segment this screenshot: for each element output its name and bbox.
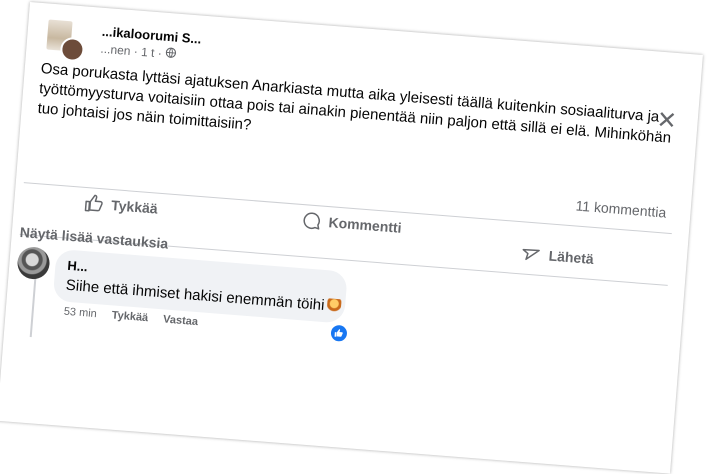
meta-separator: ·	[133, 44, 139, 59]
share-icon	[522, 248, 540, 261]
comment-button[interactable]: Kommentti	[301, 210, 402, 238]
comment-count[interactable]: 11 kommenttia	[575, 197, 667, 220]
comment-like-link[interactable]: Tykkää	[111, 309, 148, 324]
author-avatar	[59, 36, 86, 63]
like-label: Tykkää	[110, 197, 159, 217]
meta-author[interactable]: ...nen	[100, 42, 131, 58]
thread-line	[29, 277, 37, 338]
comment-reply-link[interactable]: Vastaa	[163, 313, 199, 328]
emoji-icon	[326, 298, 342, 314]
share-button[interactable]: Lähetä	[521, 243, 594, 269]
meta-separator: ·	[157, 46, 163, 61]
like-button[interactable]: Tykkää	[84, 193, 159, 219]
like-reaction-icon[interactable]	[328, 322, 350, 345]
post-card: ...ikaloorumi S... ...nen · 1 t · ··· ✕ …	[0, 2, 703, 474]
comment-label: Kommentti	[328, 214, 403, 236]
comment-icon	[303, 212, 320, 230]
group-avatar[interactable]	[46, 19, 89, 63]
globe-icon	[165, 47, 177, 62]
post-time[interactable]: 1 t	[141, 45, 155, 60]
comment-time[interactable]: 53 min	[63, 306, 97, 321]
avatar[interactable]	[16, 245, 51, 281]
like-icon	[84, 194, 103, 212]
post-meta: ...nen · 1 t ·	[100, 42, 177, 62]
share-label: Lähetä	[548, 247, 595, 267]
comment-author[interactable]: H...	[67, 258, 88, 275]
